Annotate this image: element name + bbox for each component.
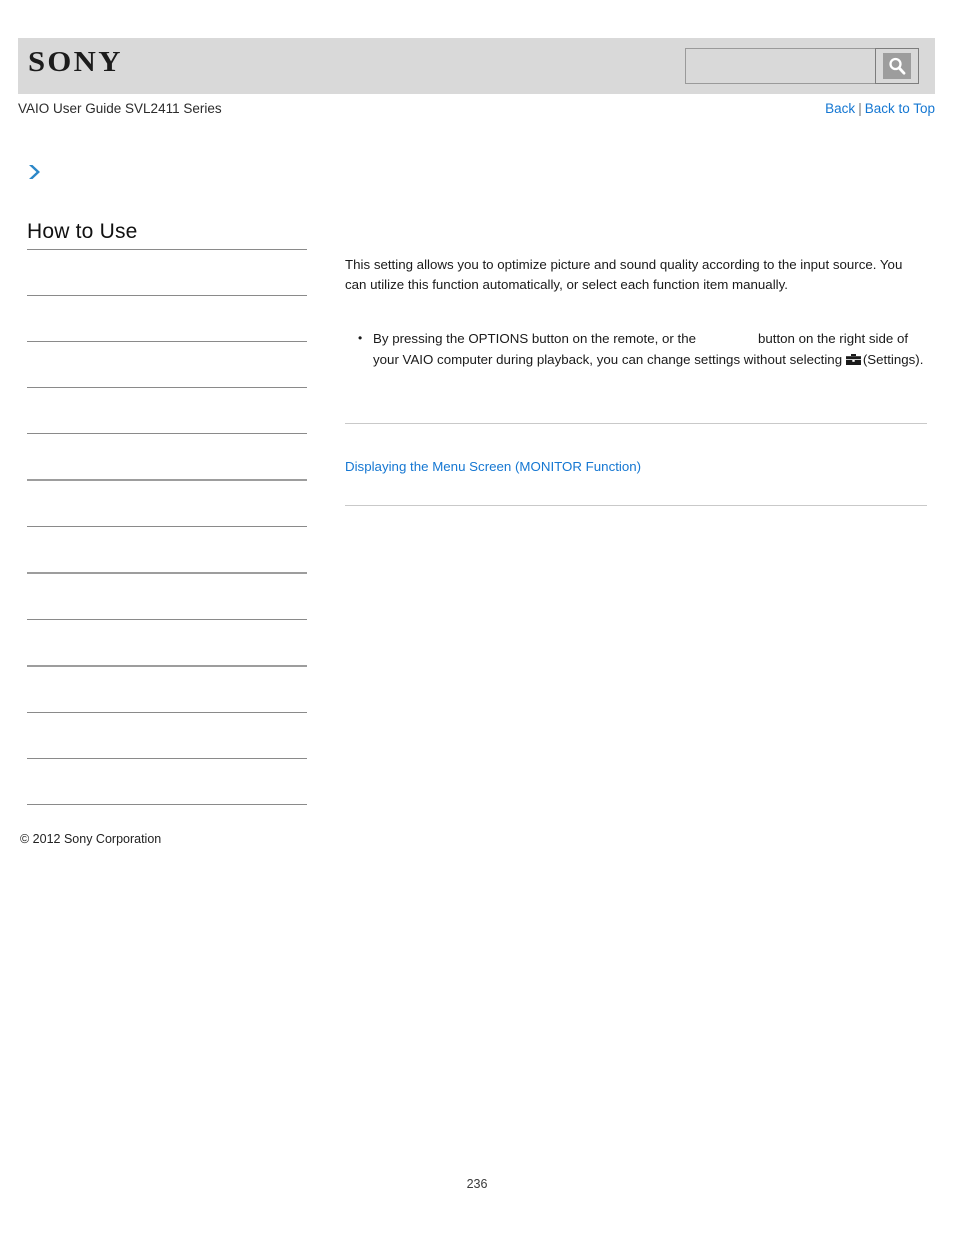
content-divider-top bbox=[345, 423, 927, 424]
intro-line-1: This setting allows you to optimize pict… bbox=[345, 257, 877, 272]
sidebar-item-6[interactable] bbox=[27, 527, 307, 572]
sidebar-item-8[interactable] bbox=[27, 620, 307, 665]
nav-separator: | bbox=[858, 101, 862, 116]
main-content: This setting allows you to optimize pict… bbox=[345, 255, 927, 506]
note-text-after: (Settings). bbox=[862, 351, 924, 367]
sidebar-item-5[interactable] bbox=[27, 481, 307, 526]
sidebar-item-7[interactable] bbox=[27, 574, 307, 619]
search-button[interactable] bbox=[875, 48, 919, 84]
sony-logo: SONY bbox=[28, 46, 123, 78]
search-magnifier-icon bbox=[883, 53, 911, 79]
note-text-before: By pressing the OPTIONS button on the re… bbox=[373, 331, 696, 346]
back-to-top-link[interactable]: Back to Top bbox=[865, 101, 935, 116]
nav-links: Back | Back to Top bbox=[825, 101, 935, 116]
sidebar-title: How to Use bbox=[27, 220, 138, 243]
chevron-right-icon[interactable] bbox=[24, 162, 44, 182]
copyright-notice: © 2012 Sony Corporation bbox=[20, 832, 162, 846]
sidebar-item-9[interactable] bbox=[27, 667, 307, 712]
toolbox-settings-icon bbox=[845, 351, 861, 365]
header-bar: SONY bbox=[18, 38, 935, 94]
list-item: By pressing the OPTIONS button on the re… bbox=[358, 328, 927, 370]
intro-paragraph: This setting allows you to optimize pict… bbox=[345, 255, 927, 295]
topbar: VAIO User Guide SVL2411 Series Back | Back… bbox=[18, 101, 935, 121]
sidebar-divider bbox=[27, 804, 307, 805]
sidebar-item-4[interactable] bbox=[27, 434, 307, 479]
page-root: SONY VAIO User Guide SVL2411 Series Back… bbox=[0, 0, 954, 1235]
sidebar-item-0[interactable] bbox=[27, 250, 307, 295]
sidebar-item-11[interactable] bbox=[27, 759, 307, 804]
back-link[interactable]: Back bbox=[825, 101, 855, 116]
related-topic-link[interactable]: Displaying the Menu Screen (MONITOR Func… bbox=[345, 459, 641, 474]
note-list: By pressing the OPTIONS button on the re… bbox=[345, 328, 927, 370]
content-divider-bottom bbox=[345, 505, 927, 506]
search-input[interactable] bbox=[685, 48, 875, 84]
sidebar: How to Use bbox=[27, 220, 307, 805]
sidebar-item-1[interactable] bbox=[27, 296, 307, 341]
sidebar-item-10[interactable] bbox=[27, 713, 307, 758]
page-number: 236 bbox=[466, 1177, 488, 1191]
sidebar-item-2[interactable] bbox=[27, 342, 307, 387]
search-container bbox=[685, 48, 919, 84]
guide-title: VAIO User Guide SVL2411 Series bbox=[18, 101, 222, 116]
sidebar-item-3[interactable] bbox=[27, 388, 307, 433]
